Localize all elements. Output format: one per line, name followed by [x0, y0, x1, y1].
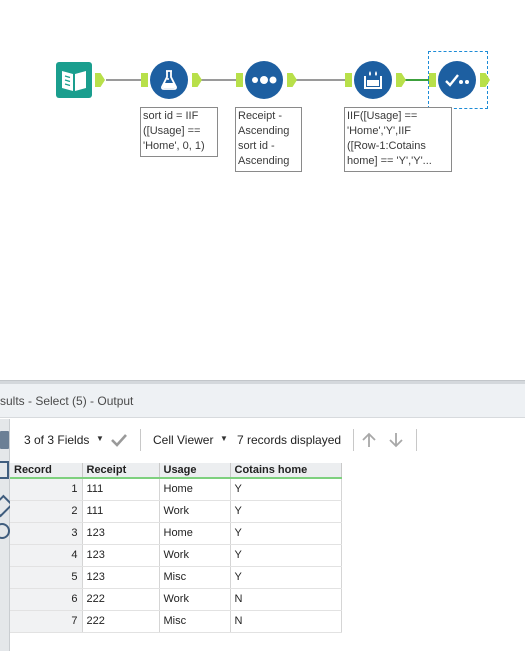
cell[interactable]: N	[230, 588, 342, 611]
connection-line	[201, 79, 241, 81]
cell-viewer-selector[interactable]: Cell Viewer	[153, 433, 213, 447]
cell[interactable]: 222	[82, 610, 160, 633]
cell[interactable]: Y	[230, 566, 342, 589]
cell[interactable]: 111	[82, 500, 160, 523]
workflow-canvas[interactable]: sort id = IIF ([Usage] == 'Home', 0, 1) …	[0, 0, 525, 380]
cell[interactable]: Y	[230, 500, 342, 523]
formula-icon	[161, 70, 177, 90]
record-number: 5	[10, 566, 83, 589]
cell[interactable]: 111	[82, 478, 160, 501]
formula-annotation: sort id = IIF ([Usage] == 'Home', 0, 1)	[140, 107, 218, 157]
record-view-icon[interactable]	[0, 461, 9, 479]
input-anchor[interactable]	[345, 73, 352, 87]
select-tool[interactable]	[438, 61, 476, 99]
table-row[interactable]: 1 111 Home Y	[10, 478, 342, 501]
table-row[interactable]: 4 123 Work Y	[10, 544, 342, 567]
cell[interactable]: Home	[159, 522, 231, 545]
fields-dropdown-icon[interactable]: ▼	[96, 434, 104, 443]
table-row[interactable]: 2 111 Work Y	[10, 500, 342, 523]
column-header[interactable]: Usage	[159, 463, 231, 479]
multi-row-formula-tool[interactable]	[354, 61, 392, 99]
input-anchor[interactable]	[141, 73, 148, 87]
cell[interactable]: Work	[159, 588, 231, 611]
cell-viewer-dropdown-icon[interactable]: ▼	[220, 434, 228, 443]
cell[interactable]: Misc	[159, 610, 231, 633]
sort-annotation: Receipt - Ascending sort id - Ascending	[235, 107, 302, 172]
grid-header-row: Record Receipt Usage Cotains home	[10, 463, 342, 479]
results-title: sults - Select (5) - Output	[0, 394, 134, 408]
records-count: 7 records displayed	[237, 433, 342, 447]
table-row[interactable]: 7 222 Misc N	[10, 610, 342, 633]
sort-tool[interactable]	[245, 61, 283, 99]
connection-line-selected	[405, 79, 429, 81]
record-number: 3	[10, 522, 83, 545]
column-header[interactable]: Receipt	[82, 463, 160, 479]
multi-row-formula-icon	[364, 71, 382, 89]
cell[interactable]: Home	[159, 478, 231, 501]
cell[interactable]: 222	[82, 588, 160, 611]
output-anchor[interactable]	[192, 73, 202, 87]
table-row[interactable]: 3 123 Home Y	[10, 522, 342, 545]
cell[interactable]: N	[230, 610, 342, 633]
record-number: 4	[10, 544, 83, 567]
cell[interactable]: 123	[82, 566, 160, 589]
cell[interactable]: Y	[230, 478, 342, 501]
arrow-down-icon[interactable]	[388, 432, 404, 448]
input-data-tool[interactable]	[56, 62, 92, 98]
toolbar-divider	[353, 429, 354, 451]
select-icon	[445, 74, 469, 87]
output-anchor[interactable]	[396, 73, 406, 87]
results-side-strip	[0, 419, 14, 651]
record-number: 6	[10, 588, 83, 611]
results-title-bar: sults - Select (5) - Output	[0, 384, 525, 418]
output-anchor[interactable]	[480, 73, 490, 87]
grid-view-icon[interactable]	[0, 431, 9, 449]
table-row[interactable]: 5 123 Misc Y	[10, 566, 342, 589]
cell[interactable]: Y	[230, 522, 342, 545]
fields-selector[interactable]: 3 of 3 Fields	[24, 433, 89, 447]
connection-line	[106, 79, 146, 81]
results-toolbar: 3 of 3 Fields ▼ Cell Viewer ▼ 7 records …	[10, 419, 525, 463]
column-header[interactable]: Record	[10, 463, 83, 479]
cell[interactable]: Y	[230, 544, 342, 567]
record-number: 1	[10, 478, 83, 501]
output-anchor[interactable]	[287, 73, 297, 87]
record-number: 7	[10, 610, 83, 633]
input-data-icon	[62, 71, 86, 91]
cell[interactable]: Work	[159, 500, 231, 523]
message-view-icon[interactable]	[0, 523, 10, 539]
apply-checkmark-icon[interactable]	[110, 433, 128, 447]
toolbar-divider	[140, 429, 141, 451]
toolbar-divider	[416, 429, 417, 451]
cell[interactable]: 123	[82, 522, 160, 545]
record-number: 2	[10, 500, 83, 523]
input-anchor[interactable]	[429, 73, 436, 87]
output-anchor[interactable]	[95, 73, 105, 87]
input-anchor[interactable]	[236, 73, 243, 87]
column-header[interactable]: Cotains home	[230, 463, 342, 479]
connection-line	[296, 79, 348, 81]
table-row[interactable]: 6 222 Work N	[10, 588, 342, 611]
cell[interactable]: 123	[82, 544, 160, 567]
arrow-up-icon[interactable]	[361, 432, 377, 448]
results-grid[interactable]: Record Receipt Usage Cotains home 1 111 …	[10, 463, 342, 633]
sort-icon	[252, 76, 277, 84]
multi-row-formula-annotation: IIF([Usage] == 'Home','Y',IIF ([Row-1:Co…	[344, 107, 452, 172]
formula-tool[interactable]	[150, 61, 188, 99]
cell[interactable]: Work	[159, 544, 231, 567]
cell[interactable]: Misc	[159, 566, 231, 589]
